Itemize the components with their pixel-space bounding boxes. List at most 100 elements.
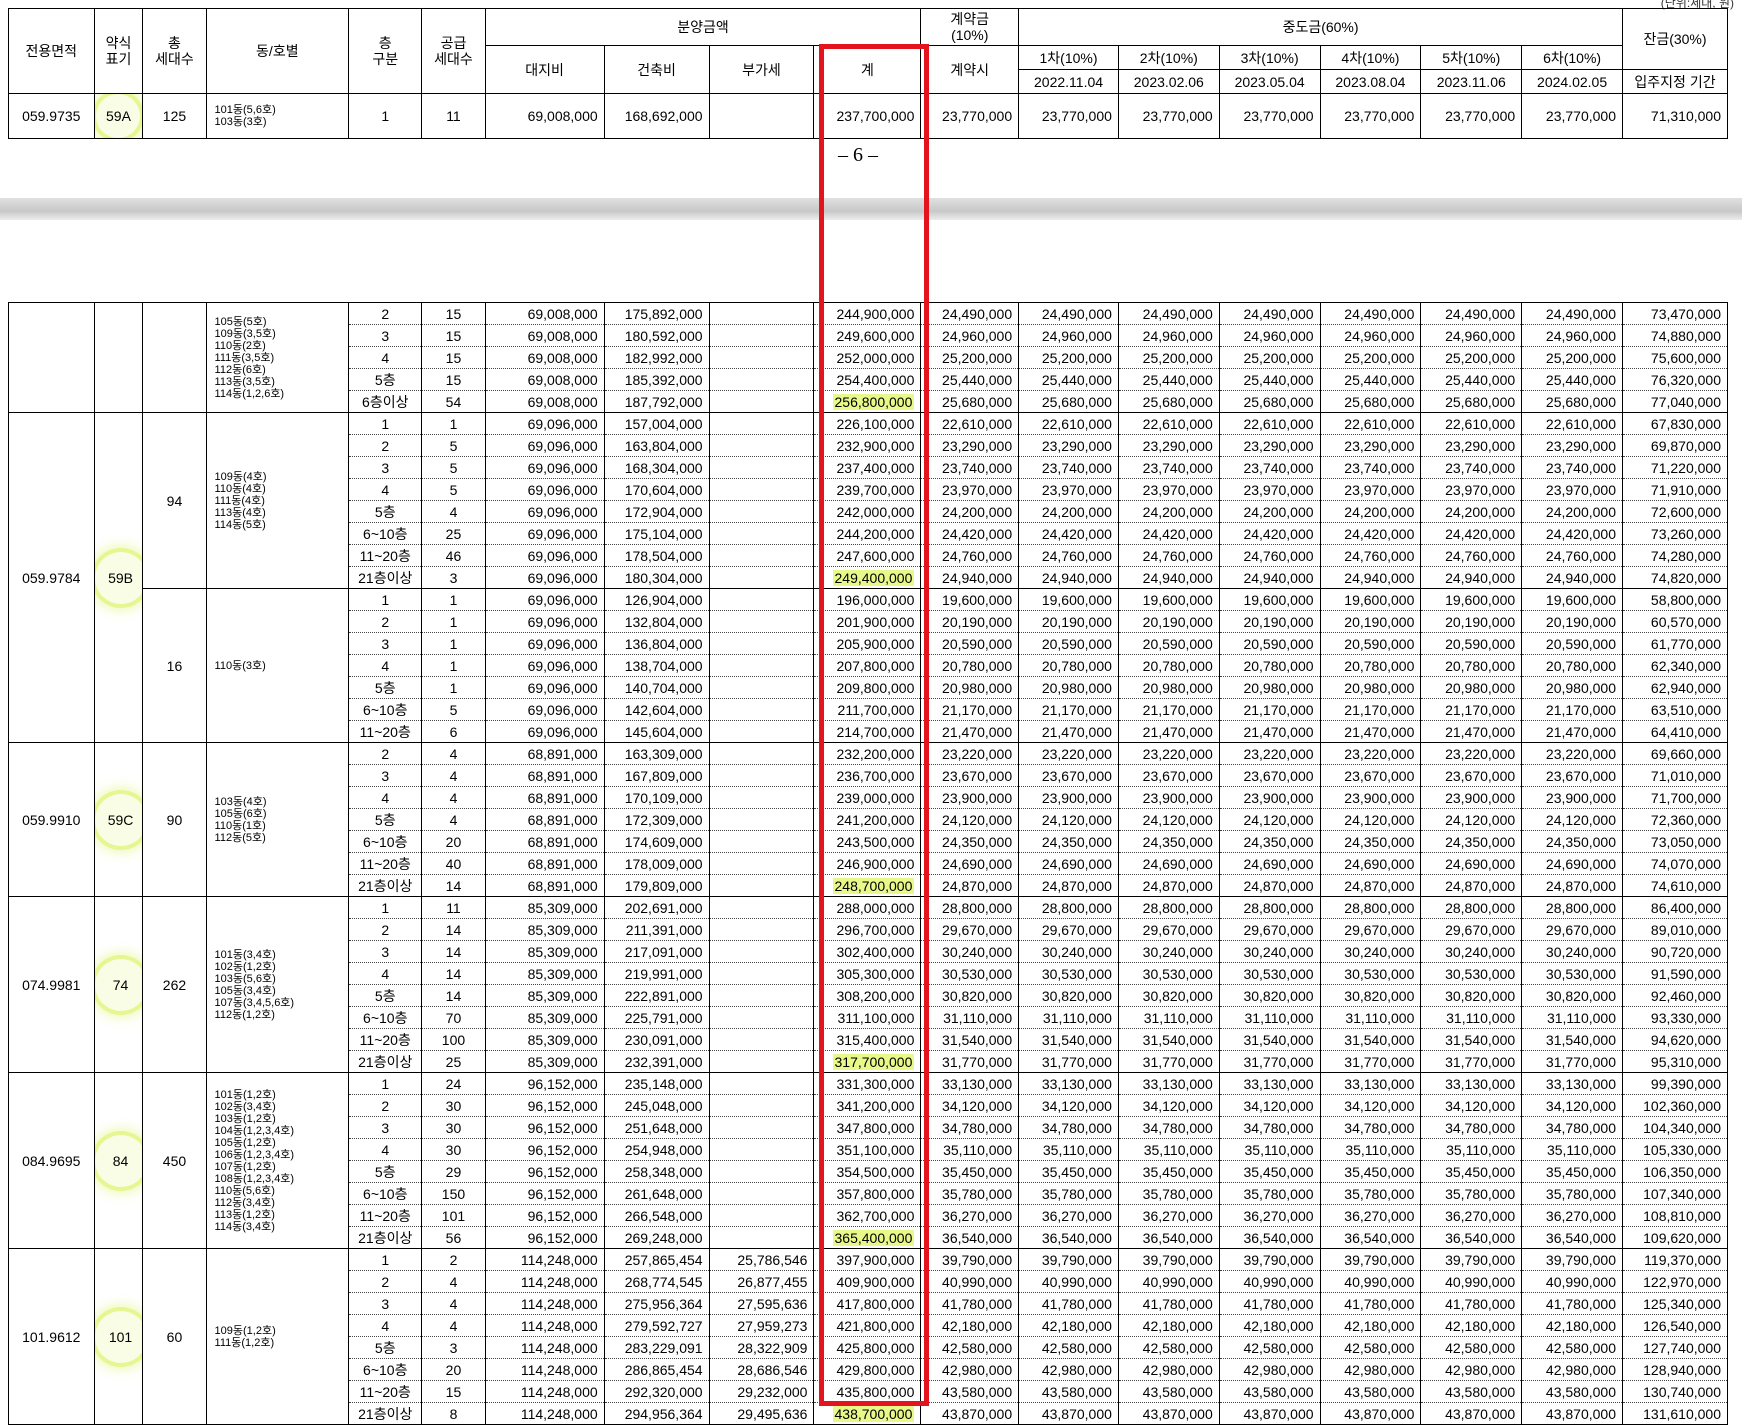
interim-cell: 29,670,000 [1420, 918, 1523, 941]
vat-cell [708, 896, 815, 919]
interim-cell: 24,760,000 [1117, 544, 1220, 567]
interim-cell: 30,530,000 [1420, 962, 1523, 985]
interim-cell: 34,120,000 [1117, 1094, 1220, 1117]
vat-cell [708, 588, 815, 611]
floor-cell: 6~10층 [348, 698, 423, 721]
floor-cell: 4 [348, 346, 423, 369]
interim-cell: 25,200,000 [1218, 346, 1321, 369]
total-cell: 242,000,000 [813, 500, 922, 523]
building-cell: 292,320,000 [603, 1380, 710, 1403]
header-floor: 층 구분 [348, 8, 423, 94]
dong-ho-cell: 101동(3,4호) 102동(1,2호) 103동(5,6호) 105동(3,… [205, 896, 350, 1073]
header-households: 총 세대수 [142, 8, 207, 94]
floor-cell: 4 [348, 654, 423, 677]
floor-cell: 21층이상 [348, 1226, 423, 1249]
interim-cell: 31,770,000 [1018, 1050, 1119, 1073]
land-cell: 68,891,000 [484, 852, 605, 875]
interim-cell: 23,290,000 [1420, 434, 1523, 457]
deposit-cell: 42,580,000 [920, 1336, 1020, 1359]
table-row: 059.9910 59C 90 103동(4호) 105동(6호) 110동(1호) … [8, 742, 1729, 897]
interim-cell: 28,800,000 [1018, 896, 1119, 919]
vat-cell: 28,686,546 [708, 1358, 815, 1381]
interim-cell: 34,120,000 [1018, 1094, 1119, 1117]
balance-cell: 71,010,000 [1621, 764, 1729, 787]
interim-cell: 30,820,000 [1117, 984, 1220, 1007]
interim-cell: 25,680,000 [1117, 390, 1220, 413]
land-cell: 69,096,000 [484, 632, 605, 655]
interim-cell: 34,780,000 [1420, 1116, 1523, 1139]
land-cell: 69,096,000 [484, 456, 605, 479]
balance-cell: 104,340,000 [1621, 1116, 1729, 1139]
interim-cell: 30,530,000 [1018, 962, 1119, 985]
interim-cell: 43,580,000 [1420, 1380, 1523, 1403]
balance-cell: 72,360,000 [1621, 808, 1729, 831]
interim-cell: 24,870,000 [1521, 874, 1623, 897]
deposit-cell: 31,110,000 [920, 1006, 1020, 1029]
vat-cell [708, 93, 815, 139]
interim-cell: 24,760,000 [1521, 544, 1623, 567]
deposit-cell: 25,680,000 [920, 390, 1020, 413]
balance-cell: 94,620,000 [1621, 1028, 1729, 1051]
deposit-cell: 21,170,000 [920, 698, 1020, 721]
vat-cell [708, 874, 815, 897]
header-land: 대지비 [484, 45, 605, 94]
interim-cell: 35,780,000 [1218, 1182, 1321, 1205]
interim-cell: 20,980,000 [1018, 676, 1119, 699]
total-cell: 351,100,000 [813, 1138, 922, 1161]
interim-cell: 35,780,000 [1420, 1182, 1523, 1205]
vat-cell [708, 720, 815, 743]
deposit-cell: 33,130,000 [920, 1072, 1020, 1095]
price-table-top: 전용면적 약식 표기 총 세대수 동/호별 층 구분 공급 세대수 분양금액 계… [8, 8, 1728, 139]
building-cell: 180,592,000 [603, 324, 710, 347]
floor-cell: 5층 [348, 808, 423, 831]
interim-cell: 35,780,000 [1521, 1182, 1623, 1205]
balance-cell: 71,310,000 [1622, 93, 1728, 139]
interim-cell: 40,990,000 [1117, 1270, 1220, 1293]
total-highlight: 256,800,000 [832, 393, 915, 410]
deposit-cell: 24,870,000 [920, 874, 1020, 897]
interim-cell: 35,780,000 [1117, 1182, 1220, 1205]
interim-cell: 43,870,000 [1018, 1402, 1119, 1425]
interim-cell: 25,200,000 [1319, 346, 1422, 369]
building-cell: 266,548,000 [603, 1204, 710, 1227]
balance-cell: 74,880,000 [1621, 324, 1729, 347]
deposit-cell: 21,470,000 [920, 720, 1020, 743]
interim-cell: 41,780,000 [1218, 1292, 1321, 1315]
interim-cell: 24,760,000 [1018, 544, 1119, 567]
first-data-row: 059.9735 59A 125 101동(5,6호) 103동(3호) 1 1… [8, 93, 1728, 139]
supply-cell: 150 [421, 1182, 486, 1205]
floor-cell: 5층 [348, 676, 423, 699]
interim-cell: 36,270,000 [1018, 1204, 1119, 1227]
interim-cell: 20,590,000 [1521, 632, 1623, 655]
supply-cell: 14 [421, 984, 486, 1007]
total-cell: 347,800,000 [813, 1116, 922, 1139]
vat-cell [708, 1226, 815, 1249]
interim-cell: 24,760,000 [1420, 544, 1523, 567]
balance-cell: 99,390,000 [1621, 1072, 1729, 1095]
building-cell: 163,804,000 [603, 434, 710, 457]
total-cell: 246,900,000 [813, 852, 922, 875]
deposit-cell: 24,960,000 [920, 324, 1020, 347]
floor-cell: 4 [348, 962, 423, 985]
header-interim-3: 3차(10%) [1218, 45, 1321, 70]
vat-cell [708, 852, 815, 875]
interim-cell: 23,900,000 [1018, 786, 1119, 809]
vat-cell [708, 544, 815, 567]
interim-cell: 23,970,000 [1319, 478, 1422, 501]
floor-cell: 4 [348, 478, 423, 501]
interim-cell: 30,820,000 [1018, 984, 1119, 1007]
supply-cell: 5 [421, 698, 486, 721]
interim-cell: 24,350,000 [1018, 830, 1119, 853]
vat-cell [708, 632, 815, 655]
interim-cell: 35,110,000 [1117, 1138, 1220, 1161]
interim-cell: 28,800,000 [1420, 896, 1523, 919]
land-cell: 85,309,000 [484, 918, 605, 941]
land-cell: 69,096,000 [484, 522, 605, 545]
interim-cell: 24,870,000 [1218, 874, 1321, 897]
supply-cell: 15 [421, 302, 486, 325]
floor-cell: 4 [348, 786, 423, 809]
deposit-cell: 22,610,000 [920, 412, 1020, 435]
interim-cell: 21,470,000 [1420, 720, 1523, 743]
supply-cell: 56 [421, 1226, 486, 1249]
balance-cell: 74,070,000 [1621, 852, 1729, 875]
